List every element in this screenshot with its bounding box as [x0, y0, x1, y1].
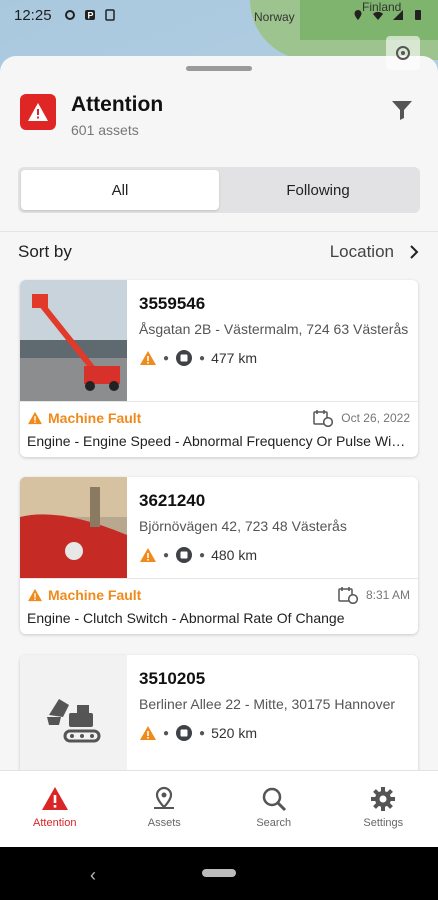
warning-icon — [140, 726, 156, 740]
separator-dot: ● — [163, 549, 170, 561]
fault-date: 8:31 AM — [365, 588, 410, 602]
asset-address: Åsgatan 2B - Västermalm, 724 63 Västerås — [139, 321, 409, 337]
sort-value: Location — [329, 241, 394, 261]
asset-count: 601 assets — [71, 122, 139, 138]
settings-gear-status-icon — [64, 10, 75, 20]
tab-all[interactable]: All — [21, 170, 219, 210]
search-icon — [262, 787, 286, 812]
nav-label: Settings — [363, 817, 404, 829]
sheet-header: Attention 601 assets — [20, 92, 163, 138]
asset-photo — [20, 280, 127, 401]
asset-distance: 520 km — [211, 725, 258, 741]
nav-settings[interactable]: Settings — [329, 771, 438, 847]
attention-sheet: Attention 601 assets All Following Sort … — [0, 56, 438, 770]
warning-icon — [28, 103, 48, 121]
fault-row[interactable]: Machine Fault Oct 26, 2022 Engine - Engi… — [20, 401, 418, 457]
asset-photo — [20, 477, 127, 578]
system-navigation-bar: ‹ — [0, 847, 438, 900]
fault-date: Oct 26, 2022 — [341, 411, 410, 425]
separator-dot: ● — [199, 727, 206, 739]
parking-icon: P — [84, 10, 95, 21]
warning-icon — [28, 411, 42, 425]
calendar-clock-icon — [338, 587, 358, 604]
fault-type: Machine Fault — [48, 410, 142, 426]
warning-icon — [140, 351, 156, 365]
nav-label: Assets — [147, 817, 181, 829]
asset-photo-placeholder — [20, 655, 127, 770]
asset-tabs: All Following — [18, 167, 420, 213]
gear-icon — [371, 787, 396, 811]
fault-type: Machine Fault — [48, 587, 142, 603]
wifi-icon — [373, 11, 383, 20]
chevron-right-icon — [410, 244, 419, 259]
nav-attention[interactable]: Attention — [0, 771, 110, 847]
asset-distance: 477 km — [211, 350, 258, 366]
sheet-drag-handle[interactable] — [186, 66, 252, 71]
nav-search[interactable]: Search — [219, 771, 329, 847]
warning-icon — [41, 787, 68, 810]
separator-dot: ● — [163, 727, 170, 739]
battery-icon — [415, 10, 421, 20]
filter-icon — [392, 101, 412, 120]
separator-dot: ● — [199, 549, 206, 561]
asset-id: 3559546 — [139, 294, 206, 313]
home-pill[interactable] — [202, 869, 236, 877]
warning-icon — [28, 588, 42, 602]
separator-dot: ● — [163, 352, 170, 364]
nav-label: Search — [256, 817, 292, 829]
asset-card[interactable]: 3510205 Berliner Allee 22 - Mitte, 30175… — [20, 655, 418, 770]
signal-icon — [393, 10, 403, 20]
fault-description: Engine - Clutch Switch - Abnormal Rate O… — [27, 610, 345, 626]
stopped-status-icon — [176, 350, 193, 366]
bottom-navigation: Attention Assets Search Settings — [0, 770, 438, 847]
calendar-clock-icon — [313, 410, 334, 427]
status-bar: 12:25 P — [0, 0, 438, 30]
stopped-status-icon — [176, 725, 193, 741]
clipboard-icon — [104, 9, 115, 21]
asset-card[interactable]: 3559546 Åsgatan 2B - Västermalm, 724 63 … — [20, 280, 418, 457]
asset-address: Björnövägen 42, 723 48 Västerås — [139, 518, 347, 534]
crosshair-icon — [396, 46, 410, 60]
status-time: 12:25 — [14, 6, 52, 24]
warning-icon — [140, 548, 156, 562]
map-pin-icon — [154, 786, 175, 809]
page-title: Attention — [71, 93, 164, 116]
attention-badge — [20, 94, 56, 130]
asset-id: 3621240 — [139, 491, 206, 510]
back-chevron-icon[interactable]: ‹ — [90, 865, 96, 886]
fault-row[interactable]: Machine Fault 8:31 AM Engine - Clutch Sw… — [20, 578, 418, 634]
sort-label: Sort by — [18, 241, 72, 261]
asset-distance: 480 km — [211, 547, 258, 563]
nav-label: Attention — [33, 817, 77, 829]
asset-address: Berliner Allee 22 - Mitte, 30175 Hannove… — [139, 696, 396, 712]
sort-row[interactable]: Sort by Location — [0, 231, 438, 271]
separator-dot: ● — [199, 352, 206, 364]
nav-assets[interactable]: Assets — [110, 771, 220, 847]
asset-id: 3510205 — [139, 669, 206, 688]
location-status-icon — [354, 10, 362, 20]
fault-description: Engine - Engine Speed - Abnormal Frequen… — [27, 433, 410, 449]
excavator-icon — [46, 699, 100, 743]
svg-text:P: P — [87, 11, 93, 21]
filter-button[interactable] — [390, 98, 414, 122]
tab-following[interactable]: Following — [219, 170, 417, 210]
stopped-status-icon — [176, 547, 193, 563]
locate-me-button[interactable] — [386, 36, 420, 70]
asset-card[interactable]: 3621240 Björnövägen 42, 723 48 Västerås … — [20, 477, 418, 634]
